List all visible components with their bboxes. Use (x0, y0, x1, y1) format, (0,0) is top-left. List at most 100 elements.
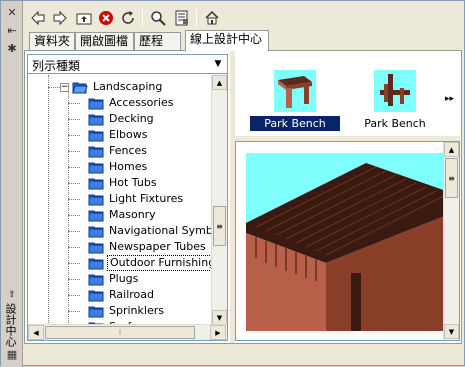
open-folder-icon (72, 82, 88, 94)
home-icon[interactable] (202, 8, 222, 28)
folder-icon (88, 290, 104, 302)
category-pane: 列示種類 ▼ − Landscaping Accessories Decking E… (27, 54, 228, 341)
tree-item-label: Navigational Symbol (109, 224, 211, 237)
scroll-right-icon[interactable]: ▶ (210, 325, 226, 340)
tree-item[interactable]: Railroad (88, 287, 156, 303)
tree-item-label: Elbows (109, 128, 148, 141)
category-tree: − Landscaping Accessories Decking Elbows Fe… (28, 75, 211, 325)
combo-label: 列示種類 (32, 59, 81, 73)
scroll-down-icon[interactable]: ▼ (212, 310, 227, 325)
tree-item-label: Fences (109, 144, 148, 157)
preview-vertical-scrollbar[interactable]: ▲ ≡ ▼ (443, 142, 459, 340)
scroll-up-icon[interactable]: ▲ (444, 142, 459, 157)
tree-line (68, 199, 80, 200)
tree-line (68, 183, 80, 184)
back-icon[interactable] (28, 8, 48, 28)
vertical-title-text: 設計中心 (4, 303, 17, 347)
item-palette: Park Bench Park Bench ▸▸ (235, 54, 460, 136)
tree-line (68, 103, 80, 104)
content-panel: 列示種類 ▼ − Landscaping Accessories Decking E… (24, 50, 462, 344)
folder-icon (88, 130, 104, 142)
palette-item-park-bench[interactable]: Park Bench (250, 70, 340, 131)
tree-item[interactable]: Accessories (88, 95, 175, 111)
tree-line (68, 87, 69, 325)
tree-item[interactable]: Hot Tubs (88, 175, 159, 191)
tree-line (68, 247, 80, 248)
tree-vertical-scrollbar[interactable]: ▲ ≡ ▼ (211, 75, 227, 326)
properties-icon[interactable]: ✱ (5, 41, 19, 55)
tree-item-label: Masonry (109, 208, 156, 221)
tree-item-label: Decking (109, 112, 154, 125)
tree-item[interactable]: Light Fixtures (88, 191, 185, 207)
toolbar-separator (196, 9, 197, 27)
tab-history[interactable]: 歷程 (134, 32, 181, 50)
tab-online-design-center[interactable]: 線上設計中心 (185, 30, 269, 51)
folder-icon (88, 274, 104, 286)
tree-item[interactable]: Newspaper Tubes (88, 239, 208, 255)
tree-item-label: Hot Tubs (109, 176, 157, 189)
tree-horizontal-scrollbar[interactable]: ◀ ⦙ ▶ (28, 324, 227, 340)
folder-icon (88, 178, 104, 190)
chevron-down-icon[interactable]: ▼ (210, 56, 226, 72)
search-icon[interactable] (148, 8, 168, 28)
grip-icon[interactable]: ▦ (5, 347, 19, 361)
tree-item-label: Landscaping (93, 80, 163, 93)
forward-icon[interactable] (50, 8, 70, 28)
folder-icon (88, 114, 104, 126)
title-char: ⇧ (8, 290, 16, 300)
category-combo[interactable]: 列示種類 ▼ (28, 55, 227, 74)
tree-item-landscaping[interactable]: Landscaping (72, 79, 164, 95)
tree-item[interactable]: Navigational Symbol (88, 223, 211, 239)
tree-item[interactable]: Fences (88, 143, 149, 159)
tree-line (48, 87, 60, 88)
folder-icon (88, 98, 104, 110)
favorites-icon[interactable] (172, 8, 192, 28)
window-title: ⇧ 設計中心 (4, 289, 20, 347)
design-center-window: ✕ ⇤ ✱ ⇧ 設計中心 ▦ 資料夾 開啟圖檔 歷程 線上設計中心 列示種類 ▼… (0, 0, 465, 367)
scroll-left-icon[interactable]: ◀ (28, 325, 44, 340)
tree-item[interactable]: Decking (88, 111, 156, 127)
tree-item[interactable]: Sprinklers (88, 303, 166, 319)
reload-icon[interactable] (118, 8, 138, 28)
park-bench-thumbnail (374, 70, 416, 112)
tree-line (68, 151, 80, 152)
toolbar (24, 5, 460, 29)
tree-item[interactable]: Masonry (88, 207, 158, 223)
folder-icon (88, 258, 104, 270)
tree-line (68, 295, 80, 296)
tree-item[interactable]: Plugs (88, 271, 140, 287)
palette-item-label: Park Bench (250, 116, 340, 131)
auto-hide-icon[interactable]: ⇤ (5, 23, 19, 37)
tree-line (68, 231, 80, 232)
scroll-thumb-horizontal[interactable]: ⦙ (45, 326, 195, 339)
palette-item-park-bench-2[interactable]: Park Bench (350, 70, 440, 131)
scroll-thumb[interactable]: ≡ (213, 206, 226, 246)
tab-open-drawings[interactable]: 開啟圖檔 (75, 32, 134, 50)
folder-icon (88, 306, 104, 318)
tree-item-label: Railroad (109, 288, 154, 301)
tree-item-label: Light Fixtures (109, 192, 184, 205)
palette-item-label: Park Bench (364, 117, 426, 130)
tree-item-label: Homes (109, 160, 148, 173)
tree-item-label: Sprinklers (109, 304, 164, 317)
up-folder-icon[interactable] (74, 8, 94, 28)
scroll-up-icon[interactable]: ▲ (212, 75, 227, 90)
scroll-down-icon[interactable]: ▼ (444, 324, 459, 339)
tree-item[interactable]: Outdoor Furnishings (88, 255, 211, 271)
more-icon[interactable]: ▸▸ (445, 94, 454, 104)
collapse-icon[interactable]: − (60, 83, 69, 92)
tree-item[interactable]: Elbows (88, 127, 149, 143)
tree-line (68, 279, 80, 280)
scroll-thumb[interactable]: ≡ (445, 158, 458, 198)
stop-icon[interactable] (96, 8, 116, 28)
toolbar-separator (142, 9, 143, 27)
tree-item[interactable]: Homes (88, 159, 149, 175)
tab-folders[interactable]: 資料夾 (29, 32, 75, 50)
close-icon[interactable]: ✕ (5, 5, 19, 19)
tree-line (68, 311, 80, 312)
folder-icon (88, 194, 104, 206)
tree-line (48, 75, 49, 325)
folder-icon (88, 162, 104, 174)
tree-line (68, 215, 80, 216)
palette-title-bar[interactable]: ✕ ⇤ ✱ ⇧ 設計中心 ▦ (1, 1, 23, 367)
